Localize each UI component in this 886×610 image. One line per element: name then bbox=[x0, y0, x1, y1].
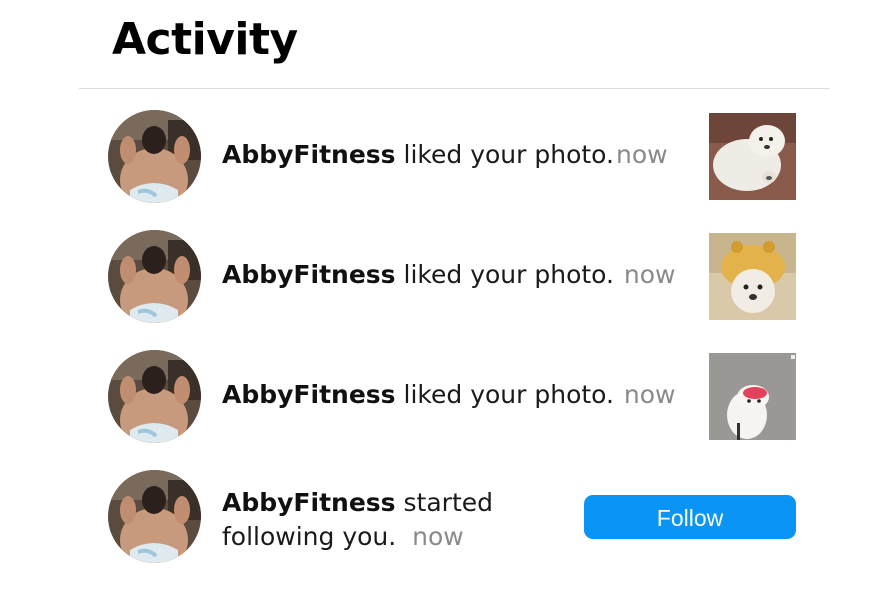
activity-item: AbbyFitness liked your photo.now bbox=[0, 110, 886, 206]
activity-text: AbbyFitness liked your photo. now bbox=[222, 260, 676, 289]
activity-text: AbbyFitness liked your photo. now bbox=[222, 380, 676, 409]
activity-item: AbbyFitness liked your photo. now bbox=[0, 350, 886, 446]
username-link[interactable]: AbbyFitness bbox=[222, 260, 396, 289]
photo-thumbnail[interactable] bbox=[709, 353, 796, 440]
activity-text: AbbyFitness started following you. now bbox=[222, 486, 493, 554]
activity-item: AbbyFitness liked your photo. now bbox=[0, 230, 886, 326]
photo-thumbnail[interactable] bbox=[709, 113, 796, 200]
timestamp: now bbox=[623, 380, 676, 409]
username-link[interactable]: AbbyFitness bbox=[222, 488, 396, 517]
photo-thumbnail[interactable] bbox=[709, 233, 796, 320]
activity-page: Activity AbbyFitness liked your photo.no… bbox=[0, 0, 886, 610]
activity-action: started bbox=[403, 488, 493, 517]
activity-action: liked your photo. bbox=[403, 140, 614, 169]
username-link[interactable]: AbbyFitness bbox=[222, 140, 396, 169]
page-title: Activity bbox=[112, 14, 298, 65]
timestamp: now bbox=[615, 140, 668, 169]
username-link[interactable]: AbbyFitness bbox=[222, 380, 396, 409]
header-divider bbox=[79, 88, 830, 89]
timestamp: now bbox=[623, 260, 676, 289]
activity-action-cont: following you. bbox=[222, 522, 397, 551]
timestamp: now bbox=[412, 522, 464, 551]
activity-action: liked your photo. bbox=[403, 260, 614, 289]
avatar[interactable] bbox=[108, 470, 201, 563]
avatar[interactable] bbox=[108, 230, 201, 323]
activity-text: AbbyFitness liked your photo.now bbox=[222, 140, 668, 169]
avatar[interactable] bbox=[108, 110, 201, 203]
activity-action: liked your photo. bbox=[403, 380, 614, 409]
avatar[interactable] bbox=[108, 350, 201, 443]
follow-button[interactable]: Follow bbox=[584, 495, 796, 539]
